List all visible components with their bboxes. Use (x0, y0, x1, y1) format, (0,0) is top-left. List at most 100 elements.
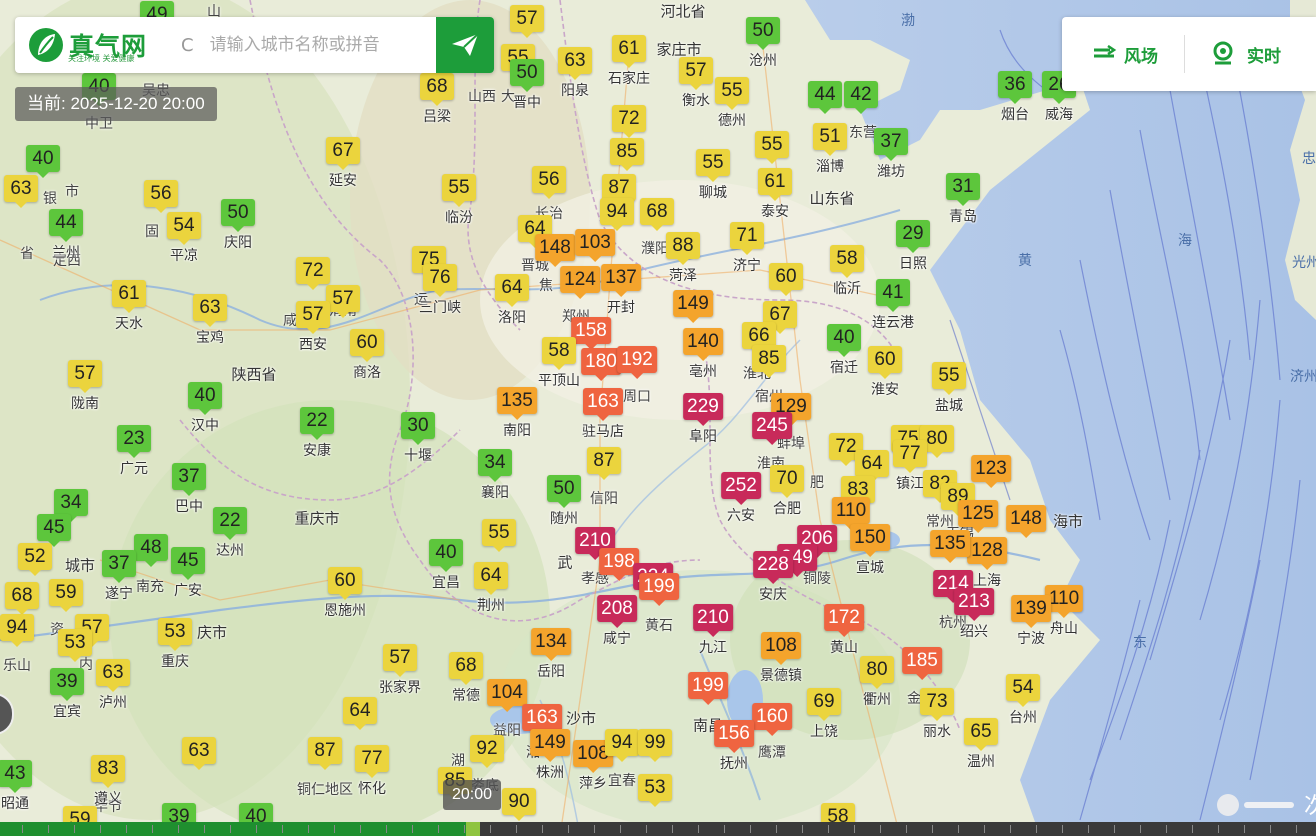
aqi-marker[interactable]: 192 (617, 346, 657, 379)
aqi-marker[interactable]: 22 安康 (300, 407, 334, 460)
aqi-marker[interactable]: 135 (930, 530, 970, 563)
aqi-marker[interactable]: 92 (470, 735, 504, 768)
timeline-bar[interactable] (0, 822, 1316, 836)
aqi-marker[interactable]: 56 (532, 166, 566, 199)
aqi-marker[interactable]: 60 商洛 (350, 329, 384, 382)
aqi-marker[interactable]: 54 台州 (1006, 674, 1040, 727)
aqi-marker[interactable]: 37 巴中 (172, 463, 206, 516)
aqi-marker[interactable]: 57 张家界 (379, 644, 421, 697)
aqi-marker[interactable]: 68 (5, 582, 39, 615)
aqi-marker[interactable]: 50 庆阳 (221, 199, 255, 252)
aqi-marker[interactable]: 87 (587, 447, 621, 480)
aqi-marker[interactable]: 37 遂宁 (102, 550, 136, 603)
aqi-marker[interactable]: 65 温州 (964, 718, 998, 771)
aqi-marker[interactable]: 53 (638, 774, 672, 807)
aqi-marker[interactable]: 40 (26, 145, 60, 178)
aqi-marker[interactable]: 63 泸州 (96, 659, 130, 712)
aqi-marker[interactable]: 149 (673, 290, 713, 323)
aqi-marker[interactable]: 57 (510, 5, 544, 38)
aqi-marker[interactable]: 83 遵义 (91, 755, 125, 808)
aqi-marker[interactable]: 128 上海 (967, 537, 1007, 590)
search-submit-button[interactable] (436, 17, 494, 73)
aqi-marker[interactable]: 55 (482, 519, 516, 552)
aqi-marker[interactable]: 80 衢州 (860, 656, 894, 709)
aqi-marker[interactable]: 54 平凉 (167, 212, 201, 265)
aqi-marker[interactable]: 52 (18, 543, 52, 576)
aqi-marker[interactable]: 60 (769, 263, 803, 296)
aqi-marker[interactable]: 213 绍兴 (954, 588, 994, 641)
aqi-marker[interactable]: 252 六安 (721, 472, 761, 525)
aqi-marker[interactable]: 104 (487, 679, 527, 712)
aqi-marker[interactable]: 76 三门峡 (419, 264, 461, 317)
city-search-input[interactable] (207, 34, 442, 56)
aqi-marker[interactable]: 51 淄博 (813, 123, 847, 176)
aqi-marker[interactable]: 57 陇南 (68, 360, 102, 413)
aqi-marker[interactable]: 37 潍坊 (874, 128, 908, 181)
map-canvas[interactable]: 河北省家庄市吴忠中卫市银固定西省东营山东省长治晋城焦郑州濮阳渭南咸陕西省运淮北宿… (0, 0, 1316, 836)
aqi-marker[interactable]: 40 汉中 (188, 382, 222, 435)
aqi-marker[interactable]: 40 宜昌 (429, 539, 463, 592)
aqi-marker[interactable]: 67 延安 (326, 137, 360, 190)
aqi-marker[interactable]: 140 亳州 (683, 328, 723, 381)
aqi-marker[interactable]: 77 怀化 (355, 745, 389, 798)
aqi-marker[interactable]: 60 淮安 (868, 346, 902, 399)
aqi-marker[interactable]: 45 广安 (171, 547, 205, 600)
timeline-thumb[interactable] (465, 822, 480, 836)
realtime-button[interactable]: 实时 (1211, 41, 1281, 67)
wind-field-button[interactable]: 风场 (1092, 42, 1158, 67)
aqi-marker[interactable]: 31 青岛 (946, 173, 980, 226)
aqi-marker[interactable]: 55 临汾 (442, 174, 476, 227)
aqi-marker[interactable]: 88 菏泽 (666, 232, 700, 285)
aqi-marker[interactable]: 124 (560, 266, 600, 299)
aqi-marker[interactable]: 36 烟台 (998, 71, 1032, 124)
aqi-marker[interactable]: 42 (844, 81, 878, 114)
aqi-marker[interactable]: 68 吕梁 (420, 73, 454, 126)
aqi-marker[interactable]: 163 (522, 704, 562, 737)
aqi-marker[interactable]: 180 (581, 348, 621, 381)
aqi-marker[interactable]: 55 聊城 (696, 149, 730, 202)
aqi-marker[interactable]: 50 沧州 (746, 17, 780, 70)
aqi-marker[interactable]: 64 (855, 450, 889, 483)
aqi-marker[interactable]: 148 (1006, 505, 1046, 538)
aqi-marker[interactable]: 29 日照 (896, 220, 930, 273)
aqi-marker[interactable]: 64 荆州 (474, 562, 508, 615)
aqi-marker[interactable]: 50 随州 (547, 475, 581, 528)
aqi-marker[interactable]: 63 (4, 175, 38, 208)
aqi-marker[interactable]: 149 株洲 (530, 729, 570, 782)
aqi-marker[interactable]: 90 (502, 788, 536, 821)
aqi-marker[interactable]: 172 黄山 (824, 604, 864, 657)
aqi-marker[interactable]: 60 恩施州 (324, 567, 366, 620)
aqi-marker[interactable]: 53 (58, 629, 92, 662)
aqi-marker[interactable]: 125 (958, 500, 998, 533)
aqi-marker[interactable]: 59 (49, 579, 83, 612)
aqi-marker[interactable]: 160 (752, 703, 792, 736)
aqi-marker[interactable]: 69 上饶 (807, 688, 841, 741)
aqi-marker[interactable]: 77 镇江 (893, 440, 927, 493)
aqi-marker[interactable]: 139 宁波 (1011, 595, 1051, 648)
aqi-marker[interactable]: 50 晋中 (510, 59, 544, 112)
aqi-marker[interactable]: 103 (575, 229, 615, 262)
aqi-marker[interactable]: 72 (296, 257, 330, 290)
aqi-marker[interactable]: 163 驻马店 (582, 388, 624, 441)
aqi-marker[interactable]: 94 (600, 198, 634, 231)
aqi-marker[interactable]: 156 抚州 (714, 720, 754, 773)
aqi-marker[interactable]: 71 济宁 (730, 222, 764, 275)
aqi-marker[interactable]: 85 (610, 138, 644, 171)
aqi-marker[interactable]: 73 丽水 (920, 688, 954, 741)
aqi-marker[interactable]: 87 (308, 737, 342, 770)
aqi-marker[interactable]: 53 重庆 (158, 618, 192, 671)
aqi-marker[interactable]: 99 (638, 729, 672, 762)
aqi-marker[interactable]: 44 (808, 81, 842, 114)
aqi-marker[interactable]: 56 (144, 180, 178, 213)
aqi-marker[interactable]: 57 衡水 (679, 57, 713, 110)
aqi-marker[interactable]: 108 景德镇 (760, 632, 802, 685)
aqi-marker[interactable]: 57 (326, 285, 360, 318)
aqi-marker[interactable]: 23 广元 (117, 425, 151, 478)
aqi-marker[interactable]: 30 十堰 (401, 412, 435, 465)
aqi-marker[interactable]: 61 泰安 (758, 168, 792, 221)
timeline-handle-icon[interactable]: 次 (1214, 790, 1316, 820)
aqi-marker[interactable]: 87 (602, 174, 636, 207)
aqi-marker[interactable]: 68 (640, 198, 674, 231)
aqi-marker[interactable]: 45 (37, 514, 71, 547)
aqi-marker[interactable]: 229 阜阳 (683, 393, 723, 446)
